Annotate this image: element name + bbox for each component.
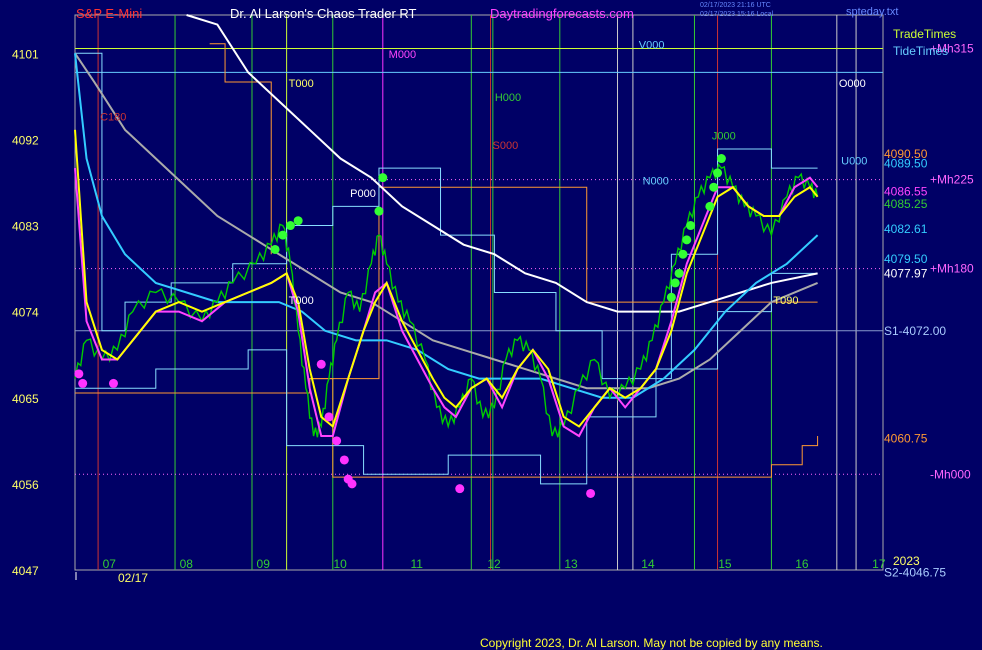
high-dot [670, 278, 680, 288]
x-tick-label: 10 [333, 557, 347, 571]
high-dot [716, 154, 726, 164]
time-marker-label: P000 [350, 188, 376, 200]
file-name: spteday.txt [846, 6, 898, 18]
level-label: 4086.55 [884, 185, 928, 199]
time-marker-label: C180 [100, 111, 126, 123]
time-marker-label: U000 [841, 155, 867, 167]
electric-line-label: +Mh225 [930, 173, 974, 187]
time-marker-label: T000 [289, 78, 314, 90]
x-tick-label: 12 [487, 557, 501, 571]
level-label: 4090.50 [884, 147, 928, 161]
low-dot [339, 455, 349, 465]
low-dot [586, 488, 596, 498]
level-label: 4079.50 [884, 252, 928, 266]
high-dot [682, 235, 692, 245]
x-tick-label: 09 [257, 557, 271, 571]
high-dot [378, 173, 388, 183]
x-tick-label: 13 [564, 557, 578, 571]
high-dot [709, 182, 719, 192]
y-tick-label: 4083 [12, 220, 39, 234]
stamp-utc: 02/17/2023 21:16 UTC [700, 2, 771, 9]
orange-envelope-top [209, 43, 272, 255]
time-marker-label: N000 [643, 175, 669, 187]
year-label: 2023 [893, 554, 920, 568]
app-title: Dr. Al Larson's Chaos Trader RT [230, 6, 417, 21]
high-dot [678, 249, 688, 259]
x-tick-label: 11 [410, 557, 423, 571]
high-dot [374, 206, 384, 216]
high-dot [705, 201, 715, 211]
low-dot [108, 378, 118, 388]
plot-frame [74, 14, 884, 571]
y-tick-label: 4065 [12, 392, 39, 406]
low-dot [316, 359, 326, 369]
time-marker-label: T000 [289, 295, 314, 307]
y-tick-label: 4074 [12, 306, 39, 320]
low-dot [347, 479, 357, 489]
copyright: Copyright 2023, Dr. Al Larson. May not b… [480, 636, 823, 650]
y-tick-label: 4047 [12, 564, 39, 578]
high-dot [713, 168, 723, 178]
y-tick-label: 4092 [12, 133, 39, 147]
level-label: 4077.97 [884, 267, 928, 281]
low-dot [324, 412, 334, 422]
low-dot [74, 369, 84, 379]
low-dot [78, 378, 88, 388]
ma-gray-line [74, 52, 818, 390]
chart-symbol: S&P E-Mini [76, 6, 142, 21]
time-marker-label: J000 [712, 130, 736, 142]
x-tick-label: 14 [641, 557, 655, 571]
x-tick-label: 08 [180, 557, 194, 571]
y-tick-label: 4101 [12, 47, 39, 61]
high-dot [666, 292, 676, 302]
electric-line-label: +Mh180 [930, 262, 974, 276]
level-label: 4085.25 [884, 197, 928, 211]
legend-tide-times: TideTimes [893, 44, 948, 58]
chart: C180 T000 M000 H000 S000 V000 O000 J000 N000 P000… [12, 2, 974, 650]
high-dot [674, 268, 684, 278]
low-dot [332, 436, 342, 446]
x-tick-label: 15 [718, 557, 732, 571]
ma-white-line [186, 14, 818, 313]
high-dot [270, 244, 280, 254]
stamp-local: 02/17/2023 15:16 Local [700, 11, 774, 18]
date-label: 02/17 [118, 571, 148, 585]
high-dot [686, 221, 696, 231]
y-tick-label: 4056 [12, 478, 39, 492]
high-dot [278, 230, 288, 240]
time-marker-label: T090 [773, 295, 798, 307]
high-dot [293, 216, 303, 226]
site-link[interactable]: Daytradingforecasts.com [490, 6, 634, 21]
high-dot [285, 221, 295, 231]
time-marker-label: S000 [493, 140, 519, 152]
time-marker-label: V000 [639, 39, 665, 51]
x-tick-label: 16 [795, 557, 809, 571]
orange-envelope-low [186, 378, 819, 478]
time-marker-label: M000 [389, 49, 417, 61]
ma-yellow-line [74, 129, 819, 429]
electric-line-label: -Mh000 [930, 467, 971, 481]
level-label: S1-4072.00 [884, 324, 946, 338]
level-label: 4082.61 [884, 222, 928, 236]
time-marker-label: H000 [495, 92, 521, 104]
legend-trade-times: TradeTimes [893, 27, 956, 41]
time-marker-label: O000 [839, 78, 866, 90]
level-label: 4060.75 [884, 431, 928, 445]
low-dot [455, 484, 465, 494]
x-tick-label: 07 [103, 557, 117, 571]
